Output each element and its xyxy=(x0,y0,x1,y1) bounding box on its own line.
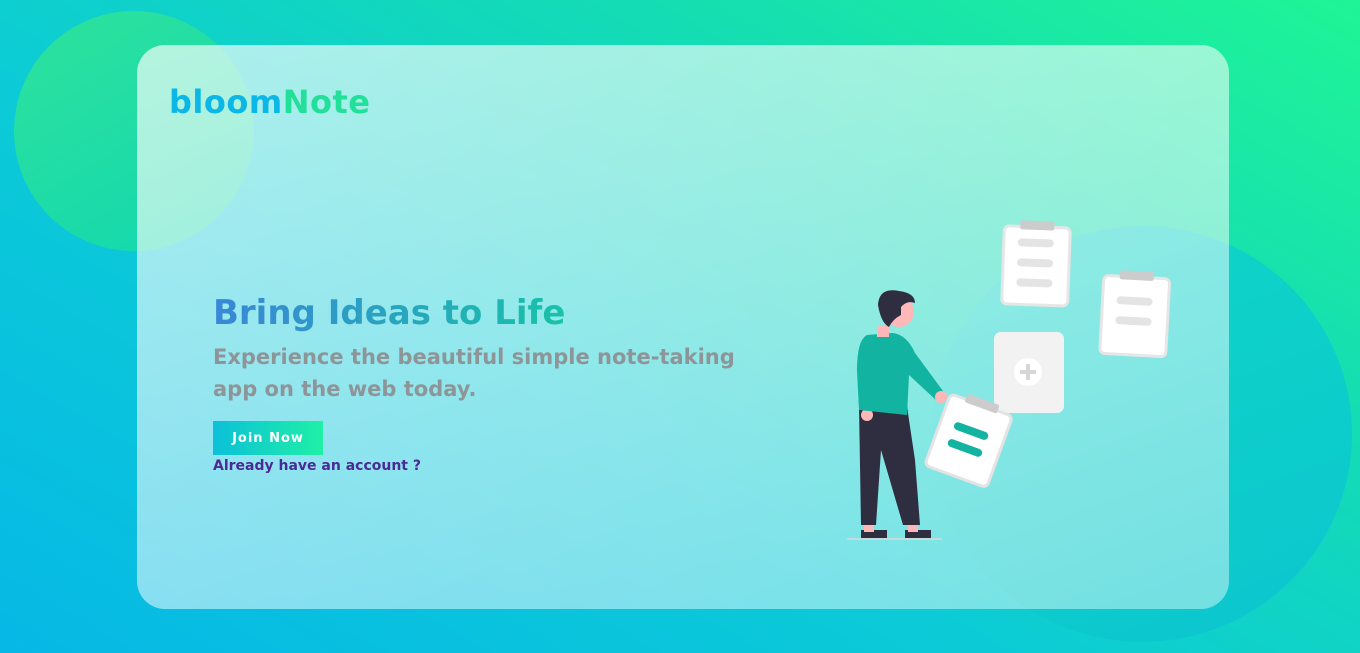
logo-text-note: Note xyxy=(282,83,371,121)
hero-title: Bring Ideas to Life xyxy=(213,293,566,333)
clipboard-icon xyxy=(1000,220,1072,308)
person-icon xyxy=(847,290,947,540)
app-logo[interactable]: bloomNote xyxy=(169,83,370,121)
add-note-icon xyxy=(994,332,1064,413)
notes-illustration xyxy=(847,220,1171,540)
login-link[interactable]: Already have an account ? xyxy=(213,458,421,474)
hero-card: bloomNote Bring Ideas to Life Experience… xyxy=(137,45,1229,609)
clipboard-icon xyxy=(1098,270,1171,358)
hero-subtitle: Experience the beautiful simple note-tak… xyxy=(213,345,735,401)
join-now-button[interactable]: Join Now xyxy=(213,421,323,455)
logo-text-bloom: bloom xyxy=(169,83,283,121)
